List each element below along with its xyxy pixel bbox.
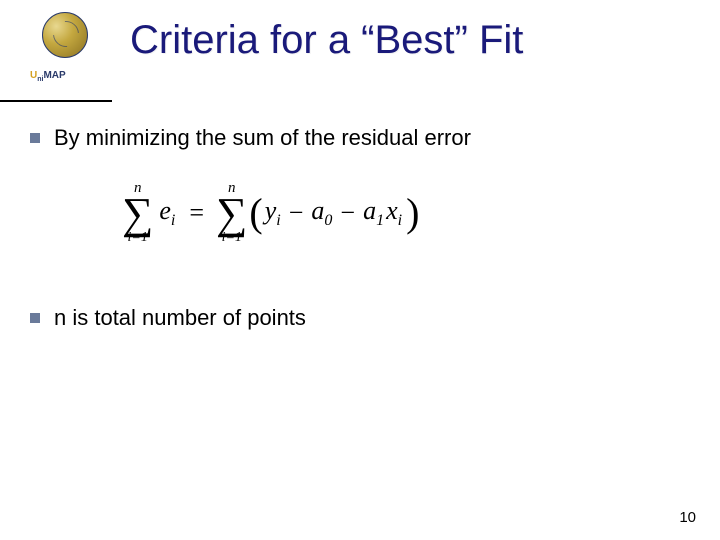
e-var: e (159, 196, 171, 225)
sum1-lower: i=1 (128, 231, 148, 245)
sigma-icon: ∑ (122, 196, 153, 231)
a1-sub: 1 (376, 212, 384, 229)
a0-sub: 0 (324, 212, 332, 229)
slide-title: Criteria for a “Best” Fit (130, 18, 523, 63)
bullet-icon (30, 313, 40, 323)
term-x: xi (386, 196, 402, 230)
y-var: y (265, 196, 277, 225)
sigma-icon: ∑ (216, 196, 247, 231)
a0-var: a (311, 196, 324, 225)
title-underline (0, 100, 112, 102)
summation-2: n ∑ i=1 (216, 181, 247, 245)
equals-sign: = (189, 198, 204, 228)
equation: n ∑ i=1 ei = n ∑ i=1 ( yi − a0 − a (120, 181, 690, 245)
page-number: 10 (679, 509, 696, 526)
right-paren: ) (406, 197, 419, 229)
a1-var: a (363, 196, 376, 225)
term-e: ei (159, 196, 175, 230)
minus-1: − (289, 198, 304, 228)
slide-header: UniMAP Criteria for a “Best” Fit (30, 10, 690, 85)
x-var: x (386, 196, 398, 225)
unimap-logo: UniMAP (30, 10, 100, 85)
logo-text-map: MAP (43, 70, 65, 81)
term-y: yi (265, 196, 281, 230)
slide: UniMAP Criteria for a “Best” Fit By mini… (0, 0, 720, 540)
left-paren: ( (249, 197, 262, 229)
bullet-item: n is total number of points (30, 305, 690, 331)
bullet-icon (30, 133, 40, 143)
x-sub: i (398, 212, 402, 229)
y-sub: i (276, 212, 280, 229)
e-sub: i (171, 212, 175, 229)
summation-1: n ∑ i=1 (122, 181, 153, 245)
bullet-text-2: n is total number of points (54, 305, 306, 331)
term-a0: a0 (311, 196, 332, 230)
bullet-item: By minimizing the sum of the residual er… (30, 125, 690, 151)
logo-text: UniMAP (30, 70, 66, 83)
minus-2: − (340, 198, 355, 228)
globe-icon (42, 12, 88, 58)
slide-content: By minimizing the sum of the residual er… (30, 125, 690, 331)
bullet-text-1: By minimizing the sum of the residual er… (54, 125, 471, 151)
term-a1: a1 (363, 196, 384, 230)
sum2-lower: i=1 (222, 231, 242, 245)
